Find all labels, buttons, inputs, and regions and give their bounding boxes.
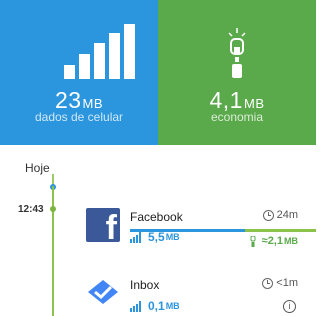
signal-bars-icon (64, 24, 136, 79)
savings-indicator-icon (228, 28, 246, 78)
app-name: Facebook (130, 210, 183, 224)
mobile-data-caption: dados de celular (34, 110, 124, 124)
mobile-data-tile[interactable]: 23MB dados de celular (0, 0, 158, 145)
time-dot (50, 206, 56, 212)
app-name: Inbox (130, 278, 160, 292)
signal-icon (130, 300, 143, 312)
summary-tiles: 23MB dados de celular 4,1MB economia (0, 0, 316, 145)
app-time: <1m (262, 277, 298, 289)
clock-icon (262, 277, 274, 289)
app-data-usage: 0,1 MB (130, 299, 180, 313)
savings-icon (250, 235, 256, 247)
inbox-icon (88, 280, 118, 304)
savings-caption: economia (210, 110, 264, 124)
facebook-icon: f (86, 208, 120, 242)
day-label: Hoje (25, 161, 50, 175)
savings-tile[interactable]: 4,1MB economia (158, 0, 316, 145)
clock-icon (262, 209, 274, 221)
info-icon[interactable]: i (283, 300, 296, 313)
app-row-facebook[interactable]: f Facebook 24m 5,5 MB ≈2,1 MB (86, 208, 316, 256)
app-savings: ≈2,1 MB (250, 235, 298, 247)
time-label: 12:43 (18, 204, 44, 215)
app-time: 24m (262, 209, 298, 221)
app-data-usage: 5,5 MB (130, 230, 180, 244)
app-row-inbox[interactable]: Inbox <1m 0,1 MB i (86, 276, 316, 316)
signal-icon (130, 231, 143, 243)
